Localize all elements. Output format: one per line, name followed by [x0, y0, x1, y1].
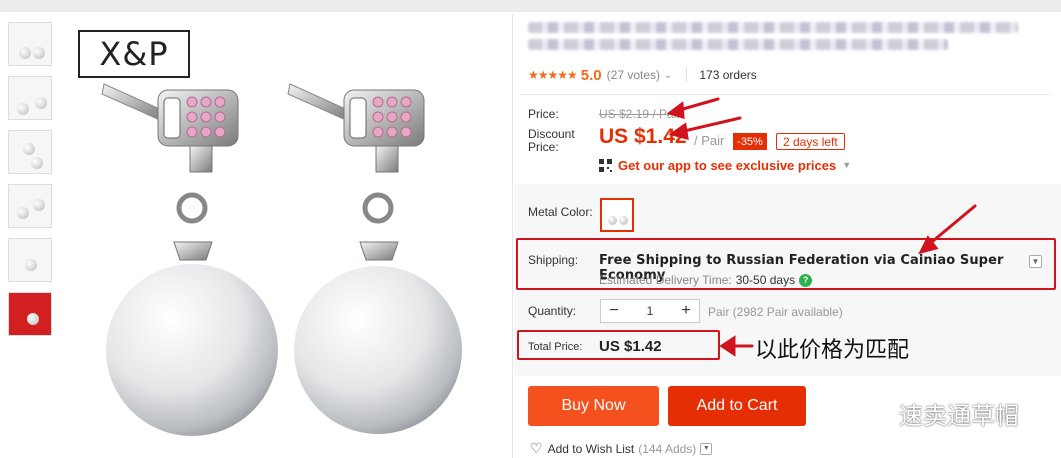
increase-quantity-button[interactable]: +	[673, 300, 699, 322]
separator	[686, 68, 688, 82]
wishlist-dropdown-icon[interactable]: ▼	[700, 442, 713, 455]
thumbnail-1[interactable]	[8, 22, 52, 66]
rating-score: 5.0	[580, 66, 602, 84]
earrings-illustration	[101, 83, 462, 436]
thumbnail-3[interactable]	[8, 130, 52, 174]
app-promo-text: Get our app to see exclusive prices	[618, 157, 837, 173]
chevron-down-icon[interactable]: ⌄	[664, 70, 672, 81]
quantity-stepper: − 1 +	[600, 299, 700, 323]
left-earring	[101, 83, 278, 436]
discount-price-label: Discount Price:	[528, 127, 575, 154]
metal-color-swatch[interactable]	[600, 198, 634, 232]
discount-price: US $1.42	[599, 125, 687, 148]
column-divider	[512, 14, 513, 458]
quantity-input[interactable]: 1	[627, 300, 673, 322]
product-title-blurred	[528, 22, 1028, 56]
watermark-text: 速卖通草帽	[899, 402, 1019, 430]
arrow-discount-price	[678, 116, 742, 134]
original-price: US $2.19 / Pair	[599, 107, 681, 121]
decrease-quantity-button[interactable]: −	[601, 300, 627, 322]
qr-code-icon	[599, 158, 612, 172]
thumbnail-2[interactable]	[8, 76, 52, 120]
wishlist-link[interactable]: Add to Wish List	[548, 442, 635, 456]
quantity-availability: Pair (2982 Pair available)	[708, 305, 843, 319]
heart-icon[interactable]: ♡	[530, 440, 543, 457]
watermark: 速卖通草帽	[845, 396, 1019, 431]
rating-row: ★★★★★ 5.0 (27 votes) ⌄ 173 orders	[528, 66, 757, 84]
wishlist-count: (144 Adds)	[638, 441, 697, 456]
discount-badge: -35%	[733, 133, 767, 150]
thumbnail-5[interactable]	[8, 238, 52, 282]
quantity-label: Quantity:	[528, 304, 577, 318]
buy-now-button[interactable]: Buy Now	[528, 386, 659, 426]
price-unit: / Pair	[694, 133, 725, 148]
brand-logo: X&P	[78, 30, 190, 78]
star-rating-icon: ★★★★★	[528, 68, 578, 82]
metal-color-label: Metal Color:	[528, 205, 593, 219]
thumbnail-4[interactable]	[8, 184, 52, 228]
divider-rule	[520, 94, 1050, 95]
arrow-original-price	[674, 97, 720, 113]
total-highlight-box	[517, 330, 720, 360]
top-divider	[0, 0, 1061, 12]
right-earring	[287, 83, 462, 434]
days-left-badge: 2 days left	[776, 133, 845, 150]
shipping-highlight-box	[516, 238, 1056, 290]
thumbnail-6[interactable]	[8, 292, 52, 336]
app-promo-link[interactable]: Get our app to see exclusive prices ▼	[599, 157, 851, 173]
price-label: Price:	[528, 107, 559, 121]
wechat-icon	[846, 399, 889, 428]
orders-count: 173 orders	[699, 68, 757, 82]
annotation-note: 以此价格为匹配	[755, 338, 910, 363]
add-to-cart-button[interactable]: Add to Cart	[668, 386, 806, 426]
product-main-image: X&P	[62, 14, 510, 458]
caret-down-icon: ▼	[842, 160, 852, 170]
votes-link[interactable]: (27 votes)	[607, 68, 660, 82]
wishlist-row: ♡ Add to Wish List (144 Adds) ▼	[530, 440, 713, 457]
